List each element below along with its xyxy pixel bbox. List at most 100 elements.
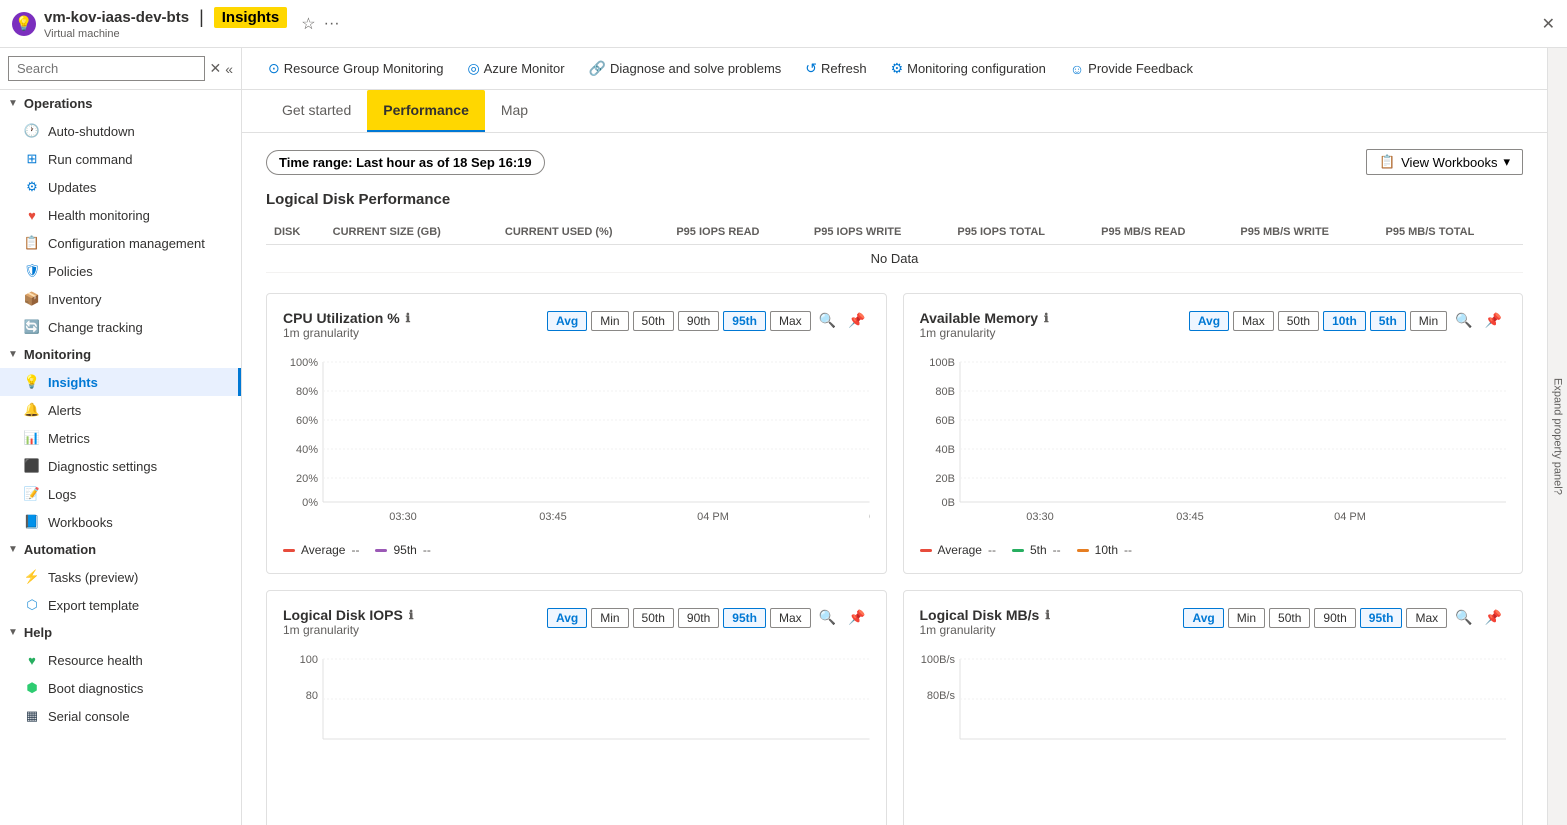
diskmbps-btn-50th[interactable]: 50th (1269, 608, 1310, 628)
diskmbps-btn-avg[interactable]: Avg (1183, 608, 1223, 628)
svg-text:0B: 0B (941, 497, 954, 509)
svg-text:80B/s: 80B/s (926, 690, 955, 702)
collapse-sidebar-icon[interactable]: « (225, 61, 233, 77)
search-input[interactable] (8, 56, 205, 81)
iops-btn-95th[interactable]: 95th (723, 608, 766, 628)
cpu-chart-controls: Avg Min 50th 90th 95th Max 🔍 📌 (547, 310, 870, 331)
sidebar-item-run-command[interactable]: ⊞ Run command (0, 145, 241, 173)
sidebar-item-policies[interactable]: 🛡 Policies (0, 257, 241, 285)
time-range-selector[interactable]: Time range: Last hour as of 18 Sep 16:19 (266, 150, 545, 175)
monitoring-config-icon: ⚙ (891, 60, 904, 77)
sidebar-item-metrics[interactable]: 📊 Metrics (0, 424, 241, 452)
disk-table: DISK CURRENT SIZE (GB) CURRENT USED (%) … (266, 220, 1523, 273)
sidebar-item-configuration-mgmt[interactable]: 📋 Configuration management (0, 229, 241, 257)
tab-get-started[interactable]: Get started (266, 90, 367, 132)
tab-map[interactable]: Map (485, 90, 544, 132)
expand-property-panel[interactable]: Expand property panel? (1547, 48, 1567, 825)
memory-info-icon[interactable]: ℹ (1044, 311, 1049, 325)
memory-btn-50th[interactable]: 50th (1278, 311, 1319, 331)
sidebar-item-tasks-preview[interactable]: ⚡ Tasks (preview) (0, 563, 241, 591)
time-range-value: Last hour as of 18 Sep 16:19 (356, 155, 532, 170)
sidebar-item-change-tracking[interactable]: 🔄 Change tracking (0, 313, 241, 341)
diskmbps-btn-min[interactable]: Min (1228, 608, 1265, 628)
diskmbps-pin-icon[interactable]: 📌 (1481, 607, 1506, 628)
cpu-btn-50th[interactable]: 50th (633, 311, 674, 331)
sidebar-item-boot-diagnostics[interactable]: ⬢ Boot diagnostics (0, 674, 241, 702)
iops-btn-50th[interactable]: 50th (633, 608, 674, 628)
sidebar-item-logs[interactable]: 📝 Logs (0, 480, 241, 508)
cpu-info-icon[interactable]: ℹ (406, 311, 411, 325)
sidebar-section-monitoring[interactable]: ▼ Monitoring (0, 341, 241, 368)
tab-performance[interactable]: Performance (367, 90, 485, 132)
heart-icon: ♥ (24, 207, 40, 223)
cpu-btn-max[interactable]: Max (770, 311, 811, 331)
disk-performance-section: Logical Disk Performance DISK CURRENT SI… (266, 191, 1523, 273)
provide-feedback-button[interactable]: ☺ Provide Feedback (1060, 57, 1203, 81)
diagnose-solve-button[interactable]: 🔗 Diagnose and solve problems (579, 56, 792, 81)
clear-search-icon[interactable]: ✕ (209, 60, 221, 77)
sidebar-section-help[interactable]: ▼ Help (0, 619, 241, 646)
sidebar-item-health-monitoring[interactable]: ♥ Health monitoring (0, 201, 241, 229)
sidebar-item-serial-console[interactable]: ▦ Serial console (0, 702, 241, 730)
cpu-btn-min[interactable]: Min (591, 311, 628, 331)
diskmbps-btn-95th[interactable]: 95th (1360, 608, 1403, 628)
memory-btn-avg[interactable]: Avg (1189, 311, 1229, 331)
sidebar-item-insights[interactable]: 💡 Insights (0, 368, 241, 396)
iops-btn-90th[interactable]: 90th (678, 608, 719, 628)
diskmbps-btn-max[interactable]: Max (1406, 608, 1447, 628)
memory-zoom-icon[interactable]: 🔍 (1451, 310, 1476, 331)
azure-monitor-button[interactable]: ◎ Azure Monitor (457, 56, 574, 81)
monitoring-config-button[interactable]: ⚙ Monitoring configuration (881, 56, 1056, 81)
sidebar-item-auto-shutdown[interactable]: 🕐 Auto-shutdown (0, 117, 241, 145)
col-p95-mbs-write: P95 MB/s WRITE (1232, 220, 1377, 245)
diskmbps-btn-90th[interactable]: 90th (1314, 608, 1355, 628)
view-workbooks-button[interactable]: 📋 View Workbooks ▾ (1366, 149, 1523, 175)
sidebar-section-automation[interactable]: ▼ Automation (0, 536, 241, 563)
iops-btn-max[interactable]: Max (770, 608, 811, 628)
sidebar-item-updates[interactable]: ⚙ Updates (0, 173, 241, 201)
cpu-btn-90th[interactable]: 90th (678, 311, 719, 331)
cpu-95th-color (375, 549, 387, 552)
iops-chart-area: 100 80 (283, 649, 870, 752)
sidebar-section-operations[interactable]: ▼ Operations (0, 90, 241, 117)
svg-text:100B/s: 100B/s (920, 654, 955, 666)
iops-pin-icon[interactable]: 📌 (844, 607, 869, 628)
sidebar-item-alerts[interactable]: 🔔 Alerts (0, 396, 241, 424)
cpu-btn-95th[interactable]: 95th (723, 311, 766, 331)
memory-5th-color (1012, 549, 1024, 552)
memory-10th-label: 10th (1095, 543, 1118, 557)
operations-label: Operations (24, 96, 93, 111)
svg-text:0%: 0% (302, 497, 318, 509)
sidebar-item-workbooks[interactable]: 📘 Workbooks (0, 508, 241, 536)
cpu-pin-icon[interactable]: 📌 (844, 310, 869, 331)
memory-pin-icon[interactable]: 📌 (1481, 310, 1506, 331)
refresh-button[interactable]: ↺ Refresh (795, 56, 876, 81)
iops-info-icon[interactable]: ℹ (409, 608, 414, 622)
diskmbps-chart-area: 100B/s 80B/s (920, 649, 1507, 752)
sidebar-item-inventory[interactable]: 📦 Inventory (0, 285, 241, 313)
memory-btn-5th[interactable]: 5th (1370, 311, 1406, 331)
sidebar-item-diagnostic-settings[interactable]: ⬛ Diagnostic settings (0, 452, 241, 480)
diskmbps-info-icon[interactable]: ℹ (1045, 608, 1050, 622)
iops-btn-avg[interactable]: Avg (547, 608, 587, 628)
close-icon[interactable]: ✕ (1542, 14, 1555, 34)
svg-text:03:30: 03:30 (1026, 511, 1054, 523)
terminal-icon: ⊞ (24, 151, 40, 167)
automation-label: Automation (24, 542, 96, 557)
resource-group-monitoring-button[interactable]: ⊙ Resource Group Monitoring (258, 56, 453, 81)
more-options-icon[interactable]: ··· (324, 15, 340, 33)
memory-btn-min[interactable]: Min (1410, 311, 1447, 331)
iops-zoom-icon[interactable]: 🔍 (815, 607, 840, 628)
workbooks-icon: 📘 (24, 514, 40, 530)
azure-monitor-icon: ◎ (467, 60, 479, 77)
diskmbps-zoom-icon[interactable]: 🔍 (1451, 607, 1476, 628)
memory-btn-max[interactable]: Max (1233, 311, 1274, 331)
iops-btn-min[interactable]: Min (591, 608, 628, 628)
cpu-btn-avg[interactable]: Avg (547, 311, 587, 331)
cpu-svg-chart: 100% 80% 60% 40% 20% 0% (283, 352, 870, 532)
sidebar-item-export-template[interactable]: ⬡ Export template (0, 591, 241, 619)
sidebar-item-resource-health[interactable]: ♥ Resource health (0, 646, 241, 674)
favorite-star-icon[interactable]: ☆ (301, 14, 315, 34)
cpu-zoom-icon[interactable]: 🔍 (815, 310, 840, 331)
memory-btn-10th[interactable]: 10th (1323, 311, 1366, 331)
